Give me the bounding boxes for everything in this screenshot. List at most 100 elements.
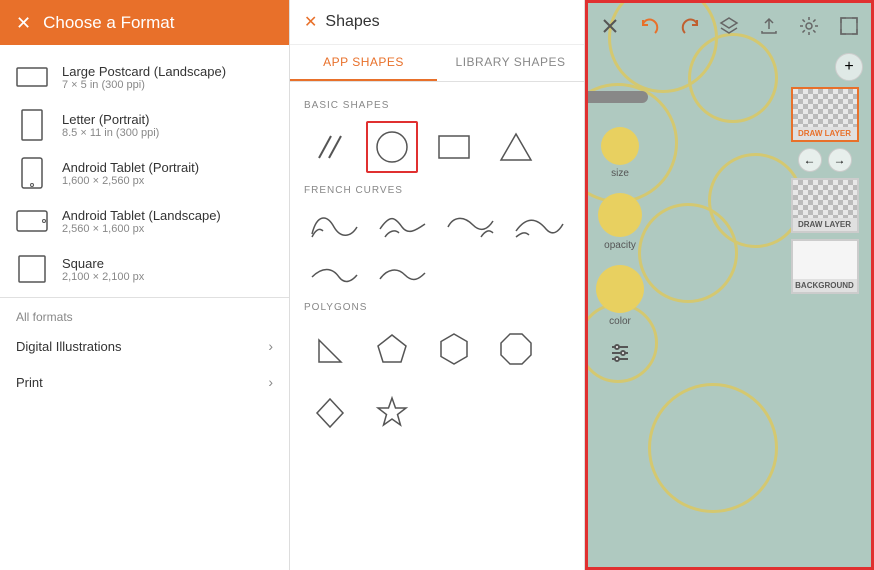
opacity-label: opacity [604, 240, 636, 251]
color-control: color [596, 265, 644, 327]
format-item-letter[interactable]: Letter (Portrait) 8.5 × 11 in (300 ppi) [0, 101, 289, 149]
format-text: Letter (Portrait) 8.5 × 11 in (300 ppi) [62, 112, 159, 139]
chevron-right-icon: › [268, 374, 273, 390]
opacity-circle[interactable] [598, 193, 642, 237]
curve-6[interactable] [372, 254, 432, 294]
right-panel: size opacity color [585, 0, 874, 570]
polygons-row2 [304, 387, 570, 439]
all-formats-label: All formats [0, 302, 289, 328]
format-text: Square 2,100 × 2,100 px [62, 256, 144, 283]
panel-title: Choose a Format [43, 13, 174, 33]
layer-draw-inactive[interactable]: DRAW LAYER [791, 178, 859, 233]
fullscreen-icon[interactable] [835, 12, 863, 40]
curve-3[interactable] [440, 206, 500, 246]
curve-4[interactable] [508, 206, 568, 246]
upload-icon[interactable] [755, 12, 783, 40]
shape-slash[interactable] [304, 121, 356, 173]
section-link-label: Print [16, 375, 43, 390]
layer-right-arrow[interactable]: → [828, 148, 852, 172]
format-name: Android Tablet (Portrait) [62, 160, 199, 175]
tab-app-shapes[interactable]: APP SHAPES [290, 45, 437, 81]
size-control: size [601, 127, 639, 179]
format-size: 1,600 × 2,560 px [62, 175, 199, 187]
format-icon-portrait [16, 109, 48, 141]
divider [0, 297, 289, 298]
section-link-label: Digital Illustrations [16, 339, 122, 354]
layer-label-draw-active: DRAW LAYER [798, 127, 851, 140]
curve-2[interactable] [372, 206, 432, 246]
layer-thumbnail [793, 241, 857, 279]
print-link[interactable]: Print › [0, 364, 289, 400]
right-toolbar [588, 3, 871, 48]
middle-panel: ✕ Shapes APP SHAPES LIBRARY SHAPES BASIC… [290, 0, 585, 570]
left-panel: ✕ Choose a Format Large Postcard (Landsc… [0, 0, 290, 570]
size-label: size [611, 168, 629, 179]
basic-shapes-row [304, 121, 570, 173]
format-icon-square [16, 253, 48, 285]
layers-icon[interactable] [716, 12, 744, 40]
polygons-row1 [304, 323, 570, 375]
shape-diamond[interactable] [304, 387, 356, 439]
middle-header: ✕ Shapes [290, 0, 584, 45]
settings-icon[interactable] [795, 12, 823, 40]
layer-background[interactable]: BACKGROUND [791, 239, 859, 294]
format-item-android-portrait[interactable]: Android Tablet (Portrait) 1,600 × 2,560 … [0, 149, 289, 197]
tab-library-shapes[interactable]: LIBRARY SHAPES [437, 45, 584, 81]
adjust-icon[interactable] [608, 341, 632, 371]
format-item-square[interactable]: Square 2,100 × 2,100 px [0, 245, 289, 293]
shapes-tabs: APP SHAPES LIBRARY SHAPES [290, 45, 584, 82]
digital-illustrations-link[interactable]: Digital Illustrations › [0, 328, 289, 364]
layer-left-arrow[interactable]: ← [798, 148, 822, 172]
format-size: 7 × 5 in (300 ppi) [62, 79, 226, 91]
shape-rectangle[interactable] [428, 121, 480, 173]
format-size: 2,100 × 2,100 px [62, 271, 144, 283]
add-layer-button[interactable]: + [835, 53, 863, 81]
layer-label-background: BACKGROUND [795, 279, 854, 292]
chevron-right-icon: › [268, 338, 273, 354]
format-list: Large Postcard (Landscape) 7 × 5 in (300… [0, 45, 289, 570]
format-name: Square [62, 256, 144, 271]
canvas-area[interactable]: size opacity color [588, 3, 871, 567]
layer-arrow-row: ← → [798, 148, 852, 172]
layers-panel: + DRAW LAYER ← → DRAW LAYER BACKGROUND [782, 53, 867, 294]
shape-circle[interactable] [366, 121, 418, 173]
french-curves-title: FRENCH CURVES [304, 185, 570, 196]
shape-triangle[interactable] [490, 121, 542, 173]
shape-star[interactable] [366, 387, 418, 439]
shape-octagon[interactable] [490, 323, 542, 375]
layer-thumbnail [793, 89, 857, 127]
basic-shapes-title: BASIC SHAPES [304, 100, 570, 111]
shape-small-triangle[interactable] [304, 323, 356, 375]
side-controls: size opacity color [596, 58, 644, 371]
shapes-content: BASIC SHAPES [290, 82, 584, 570]
format-name: Android Tablet (Landscape) [62, 208, 221, 223]
layer-draw-active[interactable]: DRAW LAYER [791, 87, 859, 142]
format-name: Letter (Portrait) [62, 112, 159, 127]
format-icon-tablet-landscape [16, 205, 48, 237]
layer-thumbnail [793, 180, 857, 218]
format-name: Large Postcard (Landscape) [62, 64, 226, 79]
curve-5[interactable] [304, 254, 364, 294]
close-button[interactable] [596, 12, 624, 40]
format-item-android-landscape[interactable]: Android Tablet (Landscape) 2,560 × 1,600… [0, 197, 289, 245]
french-curves-row1 [304, 206, 570, 246]
french-curves-row2 [304, 254, 570, 294]
redo-icon[interactable] [676, 12, 704, 40]
format-size: 8.5 × 11 in (300 ppi) [62, 127, 159, 139]
close-icon[interactable]: ✕ [16, 14, 31, 32]
format-text: Large Postcard (Landscape) 7 × 5 in (300… [62, 64, 226, 91]
format-icon-landscape [16, 61, 48, 93]
curve-1[interactable] [304, 206, 364, 246]
shape-hexagon[interactable] [428, 323, 480, 375]
format-item-large-postcard[interactable]: Large Postcard (Landscape) 7 × 5 in (300… [0, 53, 289, 101]
format-text: Android Tablet (Landscape) 2,560 × 1,600… [62, 208, 221, 235]
shapes-close-icon[interactable]: ✕ [304, 12, 317, 32]
format-icon-tablet-portrait [16, 157, 48, 189]
left-header: ✕ Choose a Format [0, 0, 289, 45]
deco-circle-6 [648, 383, 778, 513]
color-label: color [609, 316, 631, 327]
size-circle[interactable] [601, 127, 639, 165]
undo-icon[interactable] [636, 12, 664, 40]
color-circle[interactable] [596, 265, 644, 313]
shape-pentagon[interactable] [366, 323, 418, 375]
